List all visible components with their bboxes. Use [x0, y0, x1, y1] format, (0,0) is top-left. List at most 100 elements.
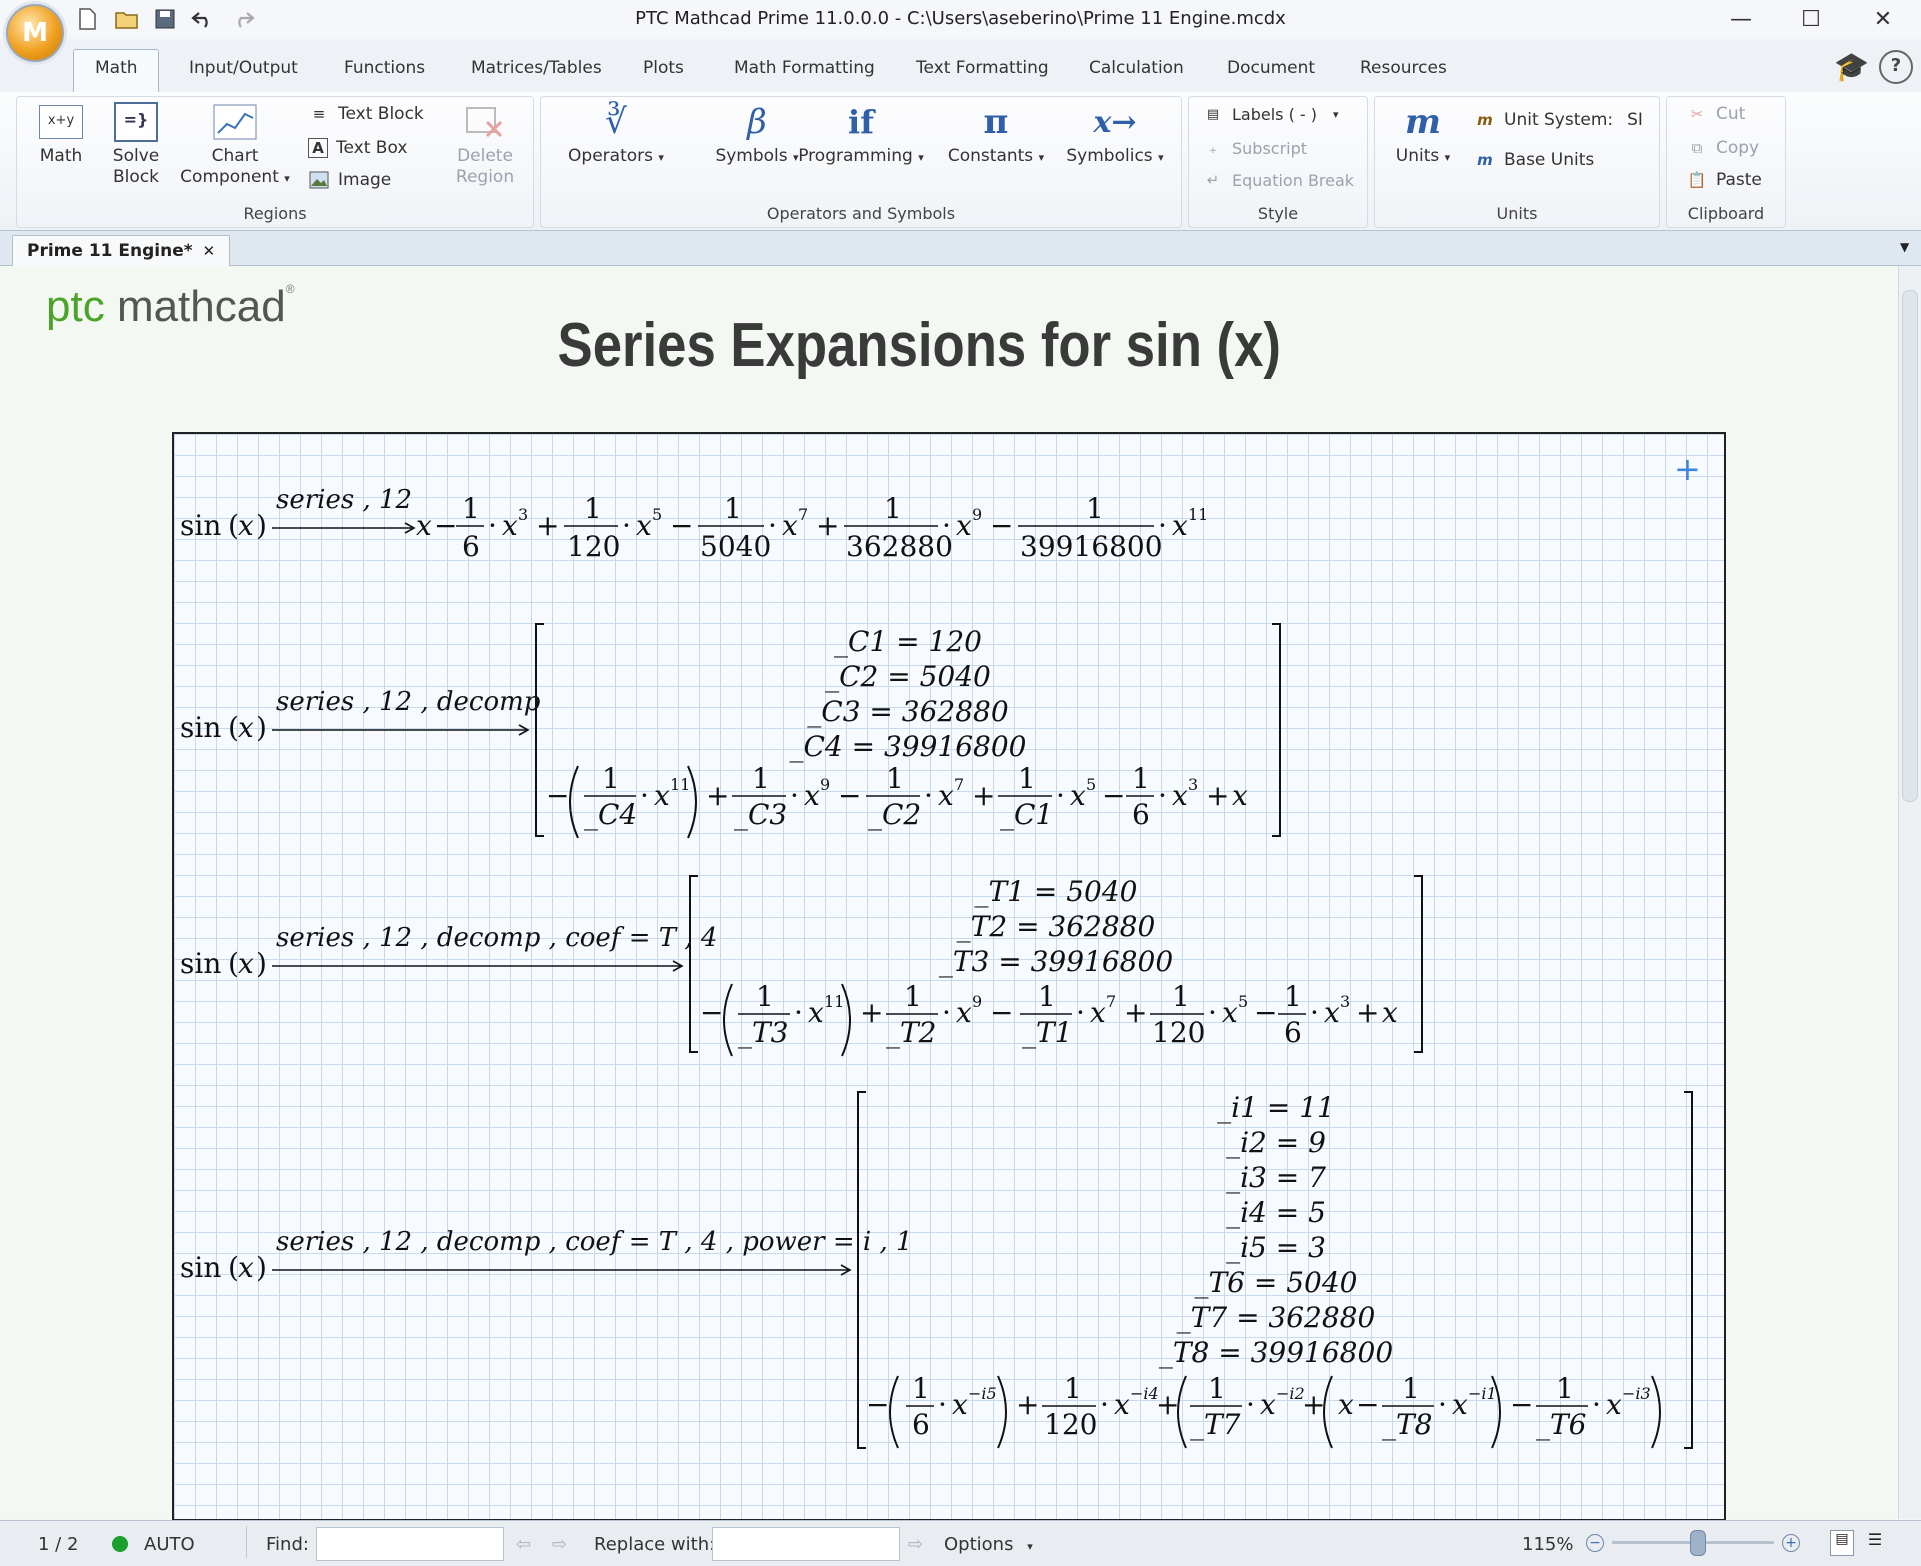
replace-input[interactable]: [712, 1527, 900, 1561]
constants-dropdown-icon[interactable]: ▾: [1039, 151, 1045, 164]
svg-text:−: −: [670, 509, 693, 542]
svg-text:x: x: [238, 509, 254, 542]
svg-text:−: −: [990, 509, 1013, 542]
help-button[interactable]: ?: [1879, 50, 1913, 84]
symbolics-arrow-icon: x→: [1093, 104, 1137, 140]
svg-text:·: ·: [942, 996, 951, 1029]
minimize-button[interactable]: —: [1718, 4, 1764, 34]
chart-label-1: Chart: [211, 146, 259, 166]
programming-dropdown-icon[interactable]: ▾: [918, 151, 924, 164]
copy-button[interactable]: ⧉ Copy: [1686, 138, 1759, 158]
vertical-scrollbar-thumb[interactable]: [1902, 290, 1918, 802]
chart-component-button[interactable]: Chart Component ▾: [180, 104, 290, 189]
units-button[interactable]: m Units ▾: [1388, 102, 1458, 168]
tab-text-formatting[interactable]: Text Formatting: [916, 58, 1049, 78]
delete-region-icon: [463, 104, 507, 140]
find-next-icon[interactable]: ⇨: [552, 1534, 567, 1555]
symbolics-dropdown-icon[interactable]: ▾: [1158, 151, 1164, 164]
text-block-button[interactable]: ≡ Text Block: [308, 104, 424, 124]
series-expression-4[interactable]: sin(x) series , 12 , decomp , coef = T ,…: [180, 1091, 1693, 1449]
beta-icon: β: [747, 102, 767, 142]
svg-text:x: x: [1382, 996, 1398, 1029]
svg-text:9: 9: [972, 505, 982, 524]
svg-text:x: x: [1172, 509, 1188, 542]
tab-math-formatting[interactable]: Math Formatting: [734, 58, 875, 78]
svg-text:−: −: [1254, 996, 1277, 1029]
series-expression-2[interactable]: sin(x) series , 12 , decomp _C1 = 120 _C…: [180, 623, 1281, 839]
page-view-icon[interactable]: ▤: [1830, 1530, 1854, 1556]
labels-dropdown[interactable]: ▤ Labels ( - ) ▾: [1202, 104, 1339, 124]
tab-list-dropdown-icon[interactable]: ▼: [1900, 240, 1909, 254]
maximize-button[interactable]: ☐: [1788, 4, 1834, 34]
svg-text:x: x: [808, 996, 824, 1029]
def-T1: _T1 = 5040: [974, 875, 1137, 908]
svg-text:·: ·: [1158, 779, 1167, 812]
zoom-out-icon[interactable]: −: [1586, 1534, 1604, 1552]
zoom-in-icon[interactable]: +: [1782, 1534, 1800, 1552]
series-expression-1[interactable]: sin(x) series , 12 x − 16 · x 3 + 1120 · x 5 …: [180, 485, 1208, 563]
draft-view-icon[interactable]: ☰: [1864, 1530, 1886, 1554]
tab-matrices-tables[interactable]: Matrices/Tables: [471, 58, 602, 78]
calc-mode[interactable]: AUTO: [144, 1534, 195, 1555]
find-previous-icon[interactable]: ⇦: [516, 1534, 531, 1555]
solve-block-button[interactable]: =} Solve Block: [106, 102, 166, 188]
svg-text:x: x: [1324, 996, 1340, 1029]
options-dropdown[interactable]: Options ▾: [944, 1534, 1033, 1555]
close-button[interactable]: ✕: [1860, 4, 1906, 34]
app-logo-button[interactable]: M: [6, 4, 64, 62]
series-expression-3[interactable]: sin(x) series , 12 , decomp , coef = T ,…: [180, 875, 1423, 1057]
equation-break-icon: ↵: [1206, 171, 1220, 189]
svg-text:+: +: [1124, 996, 1147, 1029]
svg-text:1: 1: [602, 762, 620, 795]
text-box-button[interactable]: A Text Box: [308, 138, 407, 158]
close-tab-icon[interactable]: ✕: [203, 242, 216, 260]
chart-dropdown-icon[interactable]: ▾: [284, 172, 290, 185]
image-button[interactable]: Image: [308, 170, 391, 190]
units-dropdown-icon[interactable]: ▾: [1445, 151, 1451, 164]
svg-text:x: x: [416, 509, 432, 542]
base-units-button[interactable]: m Base Units: [1474, 150, 1594, 170]
cut-button[interactable]: ✂ Cut: [1686, 104, 1746, 124]
svg-text:_C1: _C1: [1000, 798, 1053, 831]
paste-button[interactable]: 📋 Paste: [1686, 170, 1762, 190]
academy-icon[interactable]: 🎓: [1834, 50, 1869, 83]
unit-system-icon: m: [1477, 111, 1493, 129]
tab-document[interactable]: Document: [1227, 58, 1315, 78]
programming-button[interactable]: if Programming ▾: [786, 103, 936, 168]
tab-calculation[interactable]: Calculation: [1089, 58, 1184, 78]
constants-button[interactable]: π Constants ▾: [936, 102, 1056, 168]
svg-text:_T8: _T8: [1382, 1408, 1433, 1441]
svg-text:·: ·: [1100, 1388, 1109, 1421]
zoom-slider-thumb[interactable]: [1690, 1530, 1706, 1556]
equation-break-button[interactable]: ↵ Equation Break: [1202, 170, 1354, 190]
svg-text:1: 1: [756, 980, 774, 1013]
svg-text:+: +: [860, 996, 883, 1029]
def-T8: _T8 = 39916800: [1159, 1336, 1393, 1369]
find-input[interactable]: [316, 1527, 504, 1561]
svg-text:+: +: [1356, 996, 1379, 1029]
svg-text:+: +: [816, 509, 839, 542]
symbolics-button[interactable]: x→ Symbolics ▾: [1060, 104, 1170, 168]
tab-input-output[interactable]: Input/Output: [189, 58, 298, 78]
document-tab[interactable]: Prime 11 Engine* ✕: [12, 235, 231, 266]
unit-system-value: SI: [1627, 110, 1643, 130]
document-tab-strip: [0, 231, 1921, 266]
svg-text:x: x: [654, 779, 670, 812]
replace-icon[interactable]: ⇨: [908, 1534, 923, 1555]
svg-text:362880: 362880: [846, 530, 953, 563]
svg-text:+: +: [536, 509, 559, 542]
operators-dropdown-icon[interactable]: ▾: [658, 151, 664, 164]
svg-text:·: ·: [1158, 509, 1167, 542]
math-region-button[interactable]: x+y Math: [30, 104, 92, 167]
svg-text:_T1: _T1: [1022, 1016, 1073, 1049]
tab-resources[interactable]: Resources: [1360, 58, 1447, 78]
operators-button[interactable]: ∛ Operators ▾: [556, 102, 676, 168]
subscript-button[interactable]: ₊ Subscript: [1202, 138, 1307, 158]
svg-text:x: x: [1070, 779, 1086, 812]
unit-system-selector[interactable]: m Unit System: SI: [1474, 110, 1643, 130]
delete-region-button[interactable]: Delete Region: [448, 104, 522, 188]
svg-text:): ): [256, 947, 267, 980]
tab-plots[interactable]: Plots: [643, 58, 684, 78]
tab-functions[interactable]: Functions: [344, 58, 425, 78]
tab-math[interactable]: Math: [95, 58, 138, 78]
